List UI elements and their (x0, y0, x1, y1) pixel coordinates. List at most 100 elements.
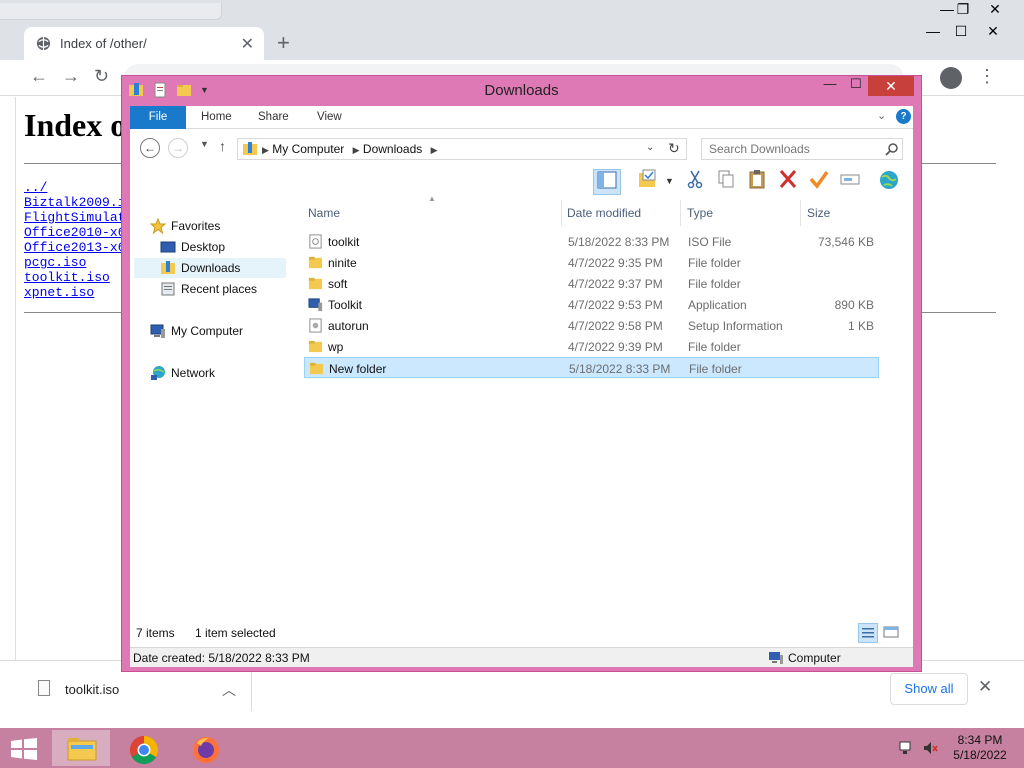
search-icon[interactable] (884, 141, 900, 157)
taskbar-chrome[interactable] (114, 730, 172, 766)
nav-recent-places[interactable]: Recent places (160, 279, 290, 299)
new-tab-icon[interactable]: + (277, 30, 290, 56)
search-box[interactable] (701, 138, 903, 160)
profile-avatar-icon[interactable] (940, 67, 962, 89)
show-all-button[interactable]: Show all (890, 673, 968, 705)
chevron-down-icon[interactable]: ⌄ (646, 142, 654, 153)
back-arrow-icon[interactable]: ← (30, 66, 48, 87)
delete-x-icon (779, 170, 797, 188)
file-link[interactable]: FlightSimulato (24, 210, 133, 225)
file-link[interactable]: ../ (24, 180, 133, 195)
paste-button[interactable] (743, 169, 771, 195)
file-explorer-icon (67, 738, 97, 761)
file-row[interactable]: Toolkit 4/7/2022 9:53 PM Application 890 KB (304, 294, 879, 315)
file-row[interactable]: toolkit 5/18/2022 8:33 PM ISO File 73,546 K… (304, 231, 879, 252)
file-row[interactable]: wp 4/7/2022 9:39 PM File folder (304, 336, 879, 357)
copy-button[interactable] (712, 169, 740, 195)
chevron-right-icon[interactable]: ▶ (262, 145, 269, 155)
nav-downloads[interactable]: Downloads (134, 258, 286, 278)
rename-button[interactable] (836, 169, 864, 195)
copy-icon (718, 170, 734, 188)
cut-button[interactable] (681, 169, 709, 195)
network-tray-icon[interactable] (898, 740, 914, 756)
file-link[interactable]: pcgc.iso (24, 255, 133, 270)
close-shelf-icon[interactable]: ✕ (978, 677, 992, 697)
menu-kebab-icon[interactable]: ⋮ (978, 66, 996, 87)
breadcrumb-downloads[interactable]: Downloads (363, 142, 422, 156)
file-link[interactable]: xpnet.iso (24, 285, 133, 300)
iso-file-icon (308, 234, 323, 249)
file-date: 4/7/2022 9:53 PM (568, 298, 663, 312)
taskbar-file-explorer[interactable] (52, 730, 110, 766)
breadcrumb-my-computer[interactable]: My Computer (272, 142, 344, 156)
chevron-up-icon[interactable]: ︿ (222, 680, 236, 700)
file-date: 4/7/2022 9:58 PM (568, 319, 663, 333)
minimize-icon[interactable]: — (816, 76, 844, 96)
windows-start-icon[interactable] (10, 738, 38, 760)
column-header-name[interactable]: Name (304, 200, 562, 226)
globe-icon (36, 36, 51, 51)
help-icon[interactable]: ? (896, 109, 911, 124)
tab-file[interactable]: File (130, 106, 186, 129)
select-button[interactable] (634, 169, 662, 195)
column-header-type[interactable]: Type (683, 200, 801, 226)
back-icon[interactable]: ← (140, 138, 160, 158)
explorer-window: ▼ Downloads — ☐ ✕ File Home Share View ⌄… (121, 75, 922, 672)
file-name: New folder (329, 362, 387, 376)
up-icon[interactable]: ↑ (219, 138, 226, 154)
file-size: 73,546 KB (817, 235, 874, 249)
computer-icon (150, 324, 165, 338)
column-header-size[interactable]: Size (803, 200, 883, 226)
forward-arrow-icon[interactable]: → (62, 66, 80, 87)
ribbon-tabs: File Home Share View ⌄ ? (130, 106, 913, 129)
close-icon-back[interactable]: ✕ (972, 0, 1018, 30)
file-row[interactable]: autorun 4/7/2022 9:58 PM Setup Information… (304, 315, 879, 336)
large-icons-view-button[interactable] (882, 623, 902, 643)
firefox-icon (193, 737, 219, 763)
file-row[interactable]: ninite 4/7/2022 9:35 PM File folder (304, 252, 879, 273)
system-clock[interactable]: 8:34 PM 5/18/2022 (944, 733, 1016, 763)
page-left-edge (0, 97, 16, 660)
apply-button[interactable] (805, 169, 833, 195)
nav-my-computer[interactable]: My Computer (150, 321, 290, 341)
reload-icon[interactable]: ↻ (94, 66, 109, 87)
file-link[interactable]: toolkit.iso (24, 270, 133, 285)
preview-pane-button[interactable] (593, 169, 621, 195)
maximize-icon[interactable]: ☐ (842, 76, 870, 96)
file-date: 5/18/2022 8:33 PM (568, 235, 670, 249)
chevron-right-icon[interactable]: ▶ (353, 145, 360, 155)
search-input[interactable] (702, 139, 880, 159)
nav-desktop[interactable]: Desktop (160, 237, 290, 257)
nav-favorites[interactable]: Favorites (150, 216, 290, 236)
downloads-folder-icon (243, 142, 257, 155)
file-type: File folder (689, 362, 742, 376)
tab-home[interactable]: Home (201, 106, 232, 129)
file-link[interactable]: Biztalk2009.is (24, 195, 133, 210)
address-bar[interactable]: ▶ My Computer ▶ Downloads ▶ ⌄ ↻ (237, 138, 687, 160)
file-row[interactable]: New folder 5/18/2022 8:33 PM File folder (304, 357, 879, 378)
tab-share[interactable]: Share (258, 106, 289, 129)
download-item[interactable]: toolkit.iso ︿ (24, 671, 252, 711)
refresh-icon[interactable]: ↻ (668, 140, 680, 157)
delete-button[interactable] (774, 169, 802, 195)
window-title: Downloads (484, 82, 559, 99)
forward-icon[interactable]: → (168, 138, 188, 158)
column-header-date[interactable]: Date modified (563, 200, 681, 226)
tab-view[interactable]: View (317, 106, 342, 129)
navigation-pane: Favorites Desktop Downloads Recent place… (130, 200, 300, 620)
details-view-button[interactable] (858, 623, 878, 643)
expand-ribbon-icon[interactable]: ⌄ (877, 109, 886, 122)
chevron-right-icon[interactable]: ▶ (431, 145, 438, 155)
network-globe-button[interactable] (875, 169, 903, 195)
taskbar-firefox[interactable] (176, 730, 234, 766)
close-icon[interactable]: ✕ (868, 76, 914, 96)
recent-locations-icon[interactable]: ▼ (200, 139, 209, 149)
tab-close-icon[interactable]: ✕ (241, 34, 254, 54)
nav-network[interactable]: Network (150, 363, 290, 383)
chevron-down-icon[interactable]: ▼ (665, 176, 674, 186)
speaker-muted-icon[interactable] (922, 740, 938, 756)
file-link[interactable]: Office2010-x64 (24, 225, 133, 240)
file-link[interactable]: Office2013-x64 (24, 240, 133, 255)
browser-tab[interactable]: Index of /other/ ✕ (24, 27, 264, 60)
file-row[interactable]: soft 4/7/2022 9:37 PM File folder (304, 273, 879, 294)
